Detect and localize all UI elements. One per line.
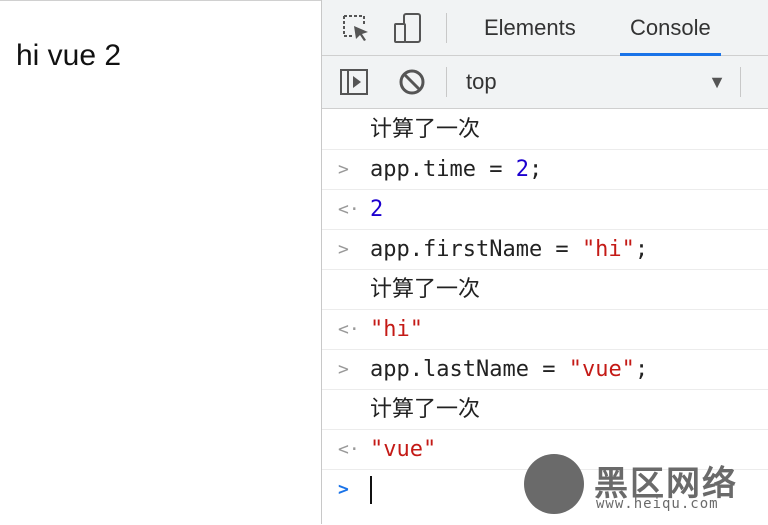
watermark-url: www.heiqu.com bbox=[596, 496, 719, 512]
input-chevron-icon: > bbox=[338, 239, 349, 260]
prompt-chevron-icon: > bbox=[338, 479, 349, 500]
console-result-row: <· 2 bbox=[322, 190, 768, 230]
devtools-panel: Elements Console top ▼ 计算了一次 > app.time … bbox=[321, 0, 768, 524]
log-message: 计算了一次 bbox=[370, 397, 481, 422]
log-message: 计算了一次 bbox=[370, 117, 481, 142]
input-code: app.firstName = "hi"; bbox=[370, 237, 649, 262]
log-message: 计算了一次 bbox=[370, 277, 481, 302]
console-toolbar: top ▼ bbox=[322, 56, 768, 109]
tab-console[interactable]: Console bbox=[620, 0, 721, 56]
toolbar-separator bbox=[740, 67, 741, 97]
context-selector[interactable]: top ▼ bbox=[466, 56, 726, 108]
tab-elements[interactable]: Elements bbox=[474, 0, 586, 55]
dropdown-caret-icon: ▼ bbox=[708, 72, 726, 92]
result-arrow-icon: <· bbox=[338, 199, 360, 220]
result-value: "hi" bbox=[370, 317, 423, 342]
input-code: app.lastName = "vue"; bbox=[370, 357, 649, 382]
clear-console-icon[interactable] bbox=[396, 66, 428, 98]
console-log-row: 计算了一次 bbox=[322, 270, 768, 310]
context-value: top bbox=[466, 69, 497, 94]
console-result-row: <· "hi" bbox=[322, 310, 768, 350]
console-log-row: 计算了一次 bbox=[322, 110, 768, 150]
devtools-tabbar: Elements Console bbox=[322, 0, 768, 56]
result-value: "vue" bbox=[370, 437, 437, 462]
page-viewport: hi vue 2 bbox=[0, 0, 321, 525]
input-chevron-icon: > bbox=[338, 359, 349, 380]
console-sidebar-icon[interactable] bbox=[338, 66, 370, 98]
input-code: app.time = 2; bbox=[370, 157, 543, 182]
console-input-row: > app.firstName = "hi"; bbox=[322, 230, 768, 270]
input-chevron-icon: > bbox=[338, 159, 349, 180]
result-value: 2 bbox=[370, 197, 384, 222]
watermark: 黑区网络 www.heiqu.com bbox=[524, 454, 756, 516]
console-log-row: 计算了一次 bbox=[322, 390, 768, 430]
result-arrow-icon: <· bbox=[338, 439, 360, 460]
toolbar-separator bbox=[446, 13, 447, 43]
console-input-row: > app.time = 2; bbox=[322, 150, 768, 190]
page-text: hi vue 2 bbox=[16, 39, 122, 72]
watermark-logo-icon bbox=[524, 454, 584, 514]
console-input-row: > app.lastName = "vue"; bbox=[322, 350, 768, 390]
text-cursor bbox=[370, 476, 372, 504]
result-arrow-icon: <· bbox=[338, 319, 360, 340]
inspect-element-icon[interactable] bbox=[340, 12, 372, 44]
toolbar-separator bbox=[446, 67, 447, 97]
device-toolbar-icon[interactable] bbox=[392, 12, 424, 44]
